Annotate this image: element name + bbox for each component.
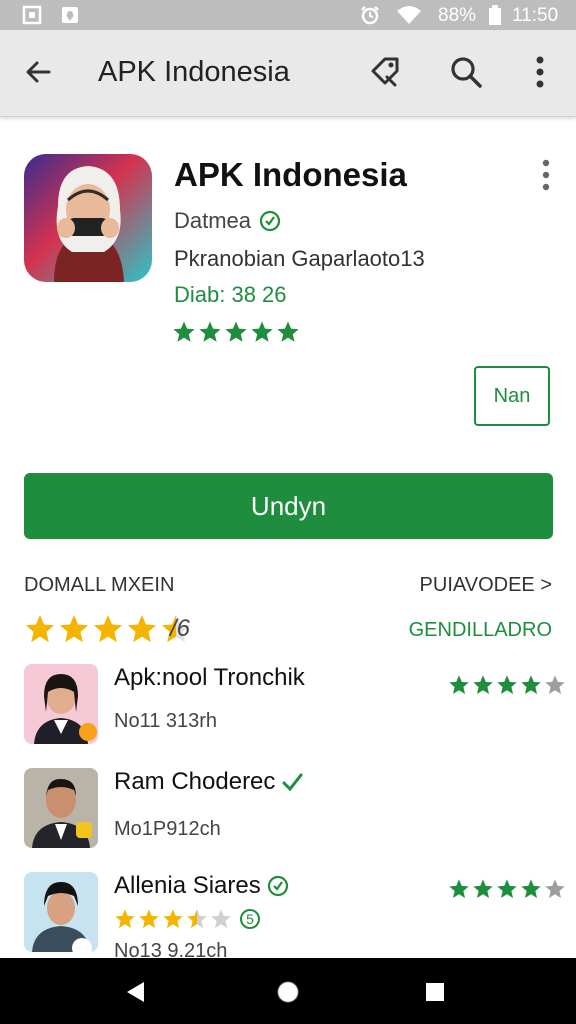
avatar bbox=[24, 872, 98, 952]
review-stars bbox=[448, 674, 566, 696]
review-time: Mo1P912ch bbox=[114, 818, 221, 840]
developer-row[interactable]: Datmea bbox=[174, 208, 281, 234]
install-button[interactable]: Undyn bbox=[24, 473, 553, 539]
system-nav-bar bbox=[0, 958, 576, 1024]
overall-rating-stars bbox=[24, 613, 192, 645]
more-vert-icon bbox=[542, 159, 550, 191]
star-icon bbox=[545, 675, 565, 694]
back-arrow-icon bbox=[26, 61, 51, 83]
review-item[interactable]: Apk:nool Tronchik No11 313rh bbox=[24, 664, 565, 754]
app-subtitle: Pkranobian Gaparlaoto13 bbox=[174, 246, 425, 271]
app-name: APK Indonesia bbox=[174, 156, 407, 193]
developer-name: Datmea bbox=[174, 208, 252, 233]
star-icon bbox=[199, 321, 221, 342]
new-button[interactable]: Nan bbox=[474, 366, 550, 426]
star-icon bbox=[115, 909, 135, 928]
star-icon bbox=[521, 675, 541, 694]
overflow-menu-button[interactable] bbox=[520, 52, 560, 92]
nav-home-icon bbox=[277, 981, 299, 1003]
app-bar-title: APK Indonesia bbox=[98, 56, 290, 88]
search-icon bbox=[451, 57, 482, 88]
share-tag-icon bbox=[371, 57, 399, 87]
star-icon bbox=[225, 321, 247, 342]
star-icon bbox=[545, 879, 565, 898]
star-icon bbox=[139, 909, 159, 928]
nav-recents-button[interactable] bbox=[420, 977, 450, 1007]
avatar bbox=[24, 664, 98, 744]
section-more-link[interactable]: PUIAVODEE > bbox=[420, 574, 552, 597]
wifi-icon bbox=[397, 6, 421, 24]
search-button[interactable] bbox=[446, 52, 486, 92]
verified-icon bbox=[267, 875, 288, 897]
reviewer-name: Apk:nool Tronchik bbox=[114, 664, 305, 691]
review-item[interactable]: Allenia Siares 5 No13 9.21ch bbox=[24, 872, 565, 962]
star-icon bbox=[449, 879, 469, 898]
app-icon bbox=[24, 154, 152, 282]
star-icon bbox=[93, 615, 123, 643]
nav-recents-icon bbox=[426, 983, 444, 1001]
reviewer-name: Ram Choderec bbox=[114, 768, 276, 795]
star-icon bbox=[251, 321, 273, 342]
review-inline-stars: 5 bbox=[114, 908, 260, 930]
app-downloads: Diab: 38 26 bbox=[174, 282, 287, 307]
star-icon bbox=[187, 909, 207, 928]
avatar bbox=[24, 768, 98, 848]
battery-percentage: 88% bbox=[438, 5, 477, 26]
location-icon bbox=[62, 7, 78, 23]
reviewer-name-row: Ram Choderec bbox=[114, 768, 303, 796]
inline-rating-badge: 5 bbox=[240, 909, 260, 929]
review-time: No11 313rh bbox=[114, 710, 218, 732]
star-icon bbox=[211, 909, 231, 928]
more-vert-icon bbox=[536, 56, 544, 88]
star-icon bbox=[277, 321, 299, 342]
star-icon bbox=[25, 615, 55, 643]
nav-back-button[interactable] bbox=[120, 977, 150, 1007]
star-icon bbox=[497, 675, 517, 694]
star-icon bbox=[497, 879, 517, 898]
share-button[interactable] bbox=[364, 52, 404, 92]
section-title: DOMALL MXEIN bbox=[24, 574, 175, 596]
app-bar: APK Indonesia bbox=[0, 30, 576, 117]
alarm-icon bbox=[361, 6, 379, 25]
reviewer-name: Allenia Siares bbox=[114, 872, 261, 899]
star-icon bbox=[59, 615, 89, 643]
reviewer-name-row: Allenia Siares bbox=[114, 872, 289, 900]
nav-home-button[interactable] bbox=[273, 977, 303, 1007]
review-item[interactable]: Ram Choderec Mo1P912ch bbox=[24, 768, 553, 858]
screenshot-icon bbox=[22, 5, 42, 25]
clock: 11:50 bbox=[512, 5, 559, 26]
app-overflow-button[interactable] bbox=[532, 158, 560, 192]
app-rating-stars bbox=[172, 320, 300, 344]
star-icon bbox=[473, 675, 493, 694]
status-bar: 88% 11:50 bbox=[0, 0, 576, 30]
nav-back-icon bbox=[127, 982, 144, 1002]
star-icon bbox=[163, 909, 183, 928]
section-green-link[interactable]: GENDILLADRO bbox=[409, 619, 552, 642]
rating-count: /6 bbox=[170, 615, 191, 642]
star-icon bbox=[473, 879, 493, 898]
battery-icon bbox=[489, 5, 501, 25]
verified-icon bbox=[259, 210, 281, 232]
back-button[interactable] bbox=[18, 52, 58, 92]
check-icon bbox=[282, 773, 303, 792]
star-icon bbox=[127, 615, 157, 643]
star-icon bbox=[449, 675, 469, 694]
star-icon bbox=[521, 879, 541, 898]
review-stars bbox=[448, 878, 566, 900]
star-icon bbox=[173, 321, 195, 342]
